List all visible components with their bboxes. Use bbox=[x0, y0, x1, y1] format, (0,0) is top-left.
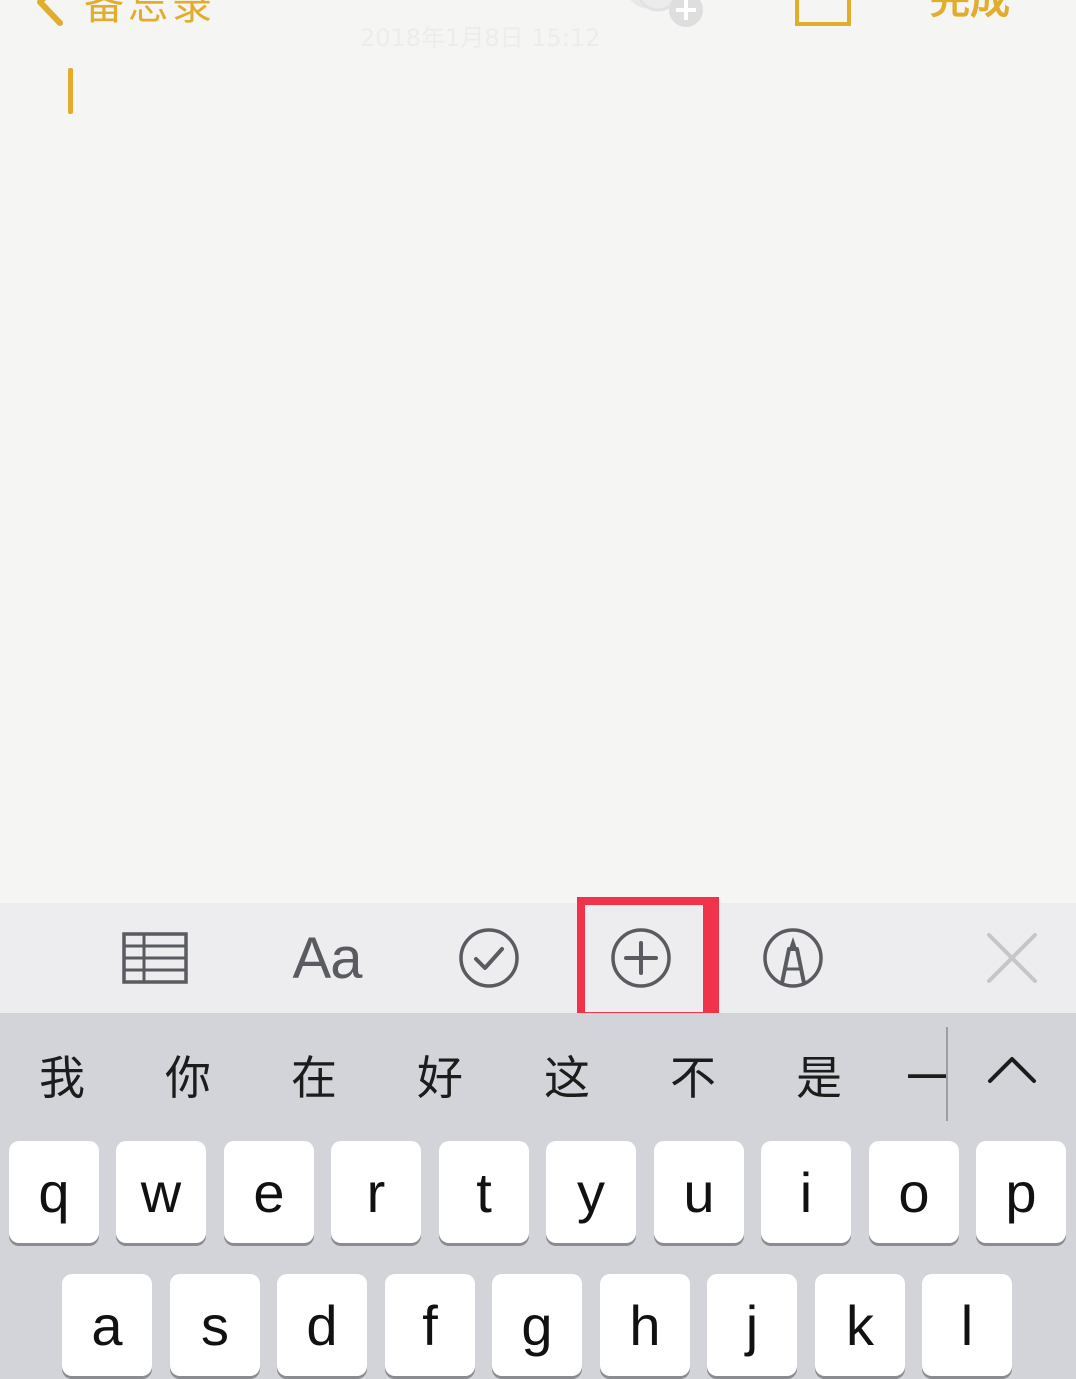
candidate-word[interactable]: 好 bbox=[410, 1043, 470, 1113]
close-keyboard-button[interactable] bbox=[972, 903, 1052, 1013]
back-button-label: 备忘录 bbox=[84, 0, 216, 29]
formatting-toolbar: Aa bbox=[0, 903, 1076, 1013]
chevron-left-icon bbox=[37, 0, 63, 26]
key-y[interactable]: y bbox=[546, 1141, 636, 1243]
key-p[interactable]: p bbox=[976, 1141, 1066, 1243]
candidate-bar: 我 你 在 好 这 不 是 一 bbox=[0, 1013, 1076, 1133]
key-j[interactable]: j bbox=[707, 1274, 797, 1376]
note-editor[interactable] bbox=[0, 50, 1076, 903]
key-q[interactable]: q bbox=[9, 1141, 99, 1243]
notes-app-screen: 备忘录 2018年1月8日 15:12 完成 Aa 我 你 在 好 这 不 是 … bbox=[0, 0, 1076, 1379]
candidate-word[interactable]: 不 bbox=[663, 1043, 723, 1113]
candidate-divider bbox=[946, 1027, 948, 1121]
key-r[interactable]: r bbox=[331, 1141, 421, 1243]
key-o[interactable]: o bbox=[869, 1141, 959, 1243]
markup-button[interactable] bbox=[748, 903, 838, 1013]
key-k[interactable]: k bbox=[815, 1274, 905, 1376]
close-icon bbox=[987, 933, 1037, 983]
key-h[interactable]: h bbox=[600, 1274, 690, 1376]
key-f[interactable]: f bbox=[385, 1274, 475, 1376]
key-s[interactable]: s bbox=[170, 1274, 260, 1376]
format-button[interactable]: Aa bbox=[272, 903, 382, 1013]
candidate-word[interactable]: 一 bbox=[906, 1043, 946, 1113]
pen-circle-icon bbox=[763, 928, 823, 988]
insert-button[interactable] bbox=[596, 903, 686, 1013]
checklist-button[interactable] bbox=[444, 903, 534, 1013]
done-button[interactable]: 完成 bbox=[930, 0, 1010, 30]
key-a[interactable]: a bbox=[62, 1274, 152, 1376]
key-d[interactable]: d bbox=[277, 1274, 367, 1376]
key-w[interactable]: w bbox=[116, 1141, 206, 1243]
candidate-word[interactable]: 我 bbox=[32, 1043, 92, 1113]
checkmark-circle-icon bbox=[459, 928, 519, 988]
table-button[interactable] bbox=[110, 903, 200, 1013]
candidate-word[interactable]: 是 bbox=[789, 1043, 849, 1113]
key-t[interactable]: t bbox=[439, 1141, 529, 1243]
text-cursor bbox=[68, 68, 73, 114]
keyboard: 我 你 在 好 这 不 是 一 q w e r t y u i o p a s … bbox=[0, 1013, 1076, 1379]
table-icon bbox=[122, 932, 188, 984]
plus-circle-icon bbox=[611, 928, 671, 988]
share-icon[interactable] bbox=[792, 0, 852, 28]
key-g[interactable]: g bbox=[492, 1274, 582, 1376]
format-label: Aa bbox=[292, 925, 363, 991]
key-e[interactable]: e bbox=[224, 1141, 314, 1243]
candidate-word[interactable]: 在 bbox=[284, 1043, 344, 1113]
key-u[interactable]: u bbox=[654, 1141, 744, 1243]
key-l[interactable]: l bbox=[922, 1274, 1012, 1376]
candidate-word[interactable]: 你 bbox=[158, 1043, 218, 1113]
back-button[interactable]: 备忘录 bbox=[30, 0, 216, 32]
add-people-icon[interactable] bbox=[612, 0, 712, 28]
candidate-word[interactable]: 这 bbox=[537, 1043, 597, 1113]
navigation-bar: 备忘录 2018年1月8日 15:12 完成 bbox=[0, 0, 1076, 52]
chevron-up-icon[interactable] bbox=[984, 1049, 1040, 1089]
note-date: 2018年1月8日 15:12 bbox=[360, 24, 601, 52]
key-i[interactable]: i bbox=[761, 1141, 851, 1243]
